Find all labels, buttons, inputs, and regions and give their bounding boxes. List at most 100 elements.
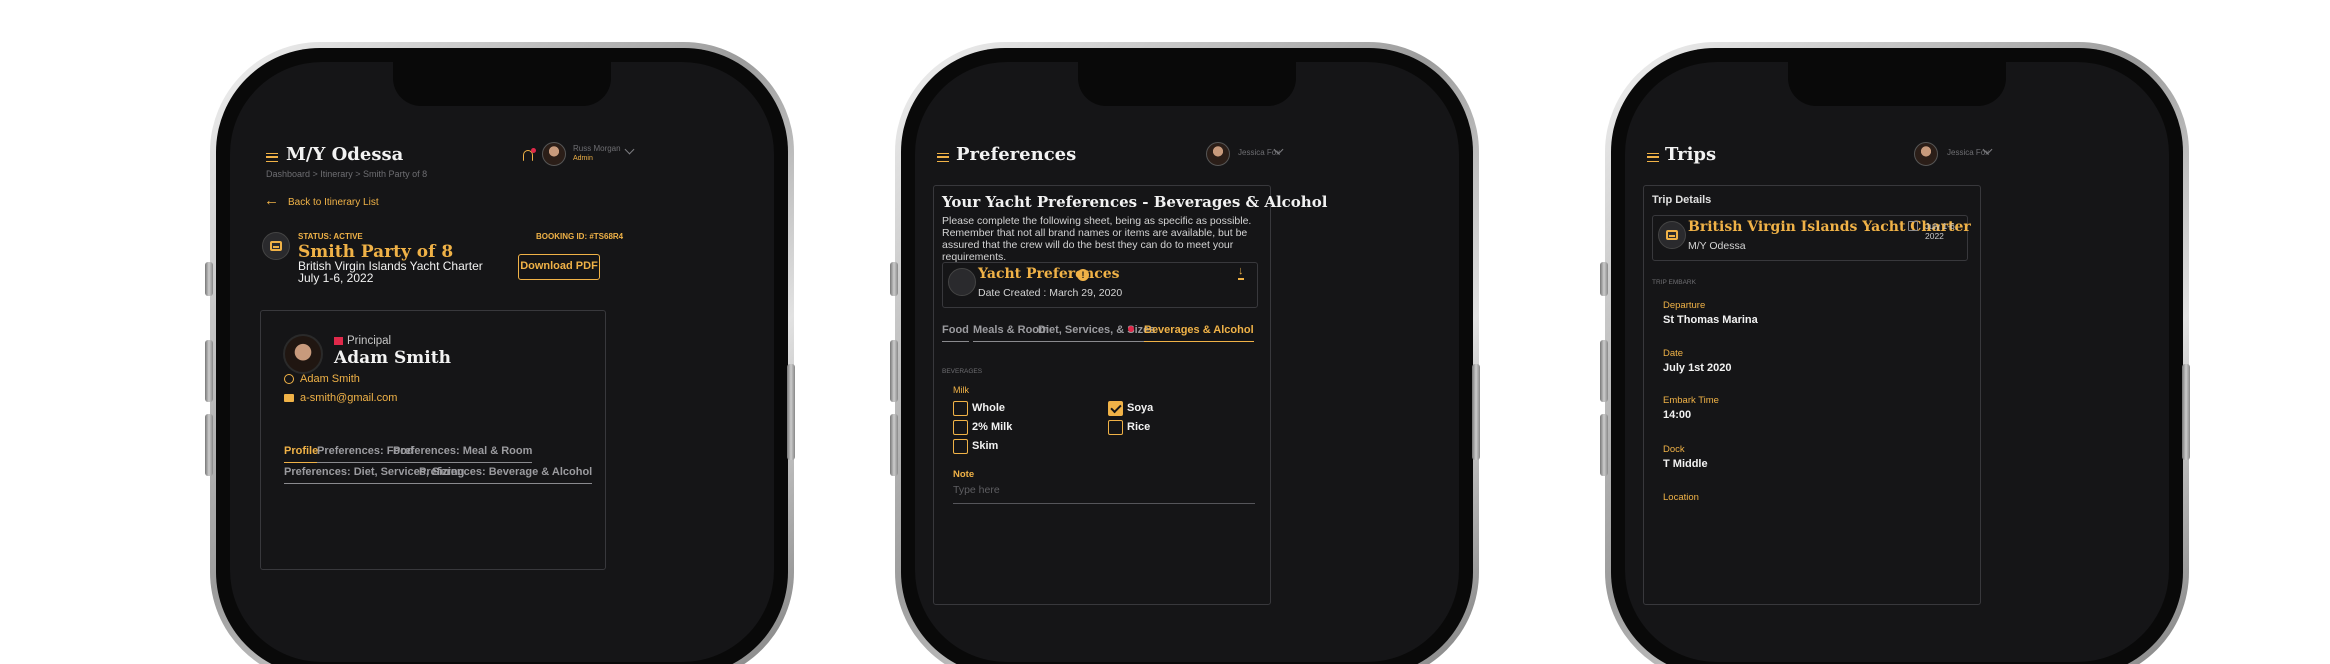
avatar[interactable] — [1914, 142, 1938, 166]
phone-bezel: M/Y Odessa Dashboard > Itinerary > Smith… — [216, 48, 788, 664]
group-label: Milk — [953, 385, 969, 395]
tab-food[interactable]: Food — [942, 324, 969, 342]
departure-value: St Thomas Marina — [1663, 314, 1758, 326]
whatsapp-link[interactable]: Adam Smith — [300, 373, 360, 385]
phone-side-button — [205, 414, 213, 476]
menu-icon[interactable] — [266, 153, 278, 162]
back-link[interactable]: Back to Itinerary List — [288, 197, 379, 208]
phone-side-button — [1472, 364, 1480, 460]
yacht-icon — [262, 232, 290, 260]
tab-profile[interactable]: Profile — [284, 445, 319, 463]
calendar-icon — [1908, 221, 1918, 231]
email-link[interactable]: a-smith@gmail.com — [300, 392, 397, 404]
notch — [1788, 62, 2006, 106]
trip-summary-card: British Virgin Islands Yacht Charter M/Y… — [1652, 215, 1971, 261]
chevron-down-icon[interactable] — [624, 144, 635, 155]
checkbox-skim[interactable] — [953, 439, 968, 454]
yacht-name: M/Y Odessa — [1688, 240, 1746, 252]
phone-side-button — [205, 340, 213, 402]
location-label: Location — [1663, 492, 1699, 503]
alert-dot — [1128, 326, 1134, 332]
avatar[interactable] — [542, 142, 566, 166]
checkbox-label: Soya — [1127, 402, 1154, 414]
flag-icon — [334, 337, 343, 345]
yacht-preferences-title: Yacht Preferences — [978, 266, 1120, 282]
date-label: Date — [1663, 348, 1684, 359]
phone-trips: Trips Jessica Fox Trip Details British V… — [1605, 42, 2189, 664]
preferences-card: Your Yacht Preferences - Beverages & Alc… — [933, 185, 1327, 605]
guest-name: Adam Smith — [334, 348, 451, 368]
section-label: TRIP EMBARK — [1652, 279, 1696, 286]
date-value: July 1st 2020 — [1663, 362, 1732, 374]
role-label: Principal — [347, 335, 392, 347]
avatar[interactable] — [1206, 142, 1230, 166]
phone-side-button — [1600, 340, 1608, 402]
tab-preferences-meal-room[interactable]: Preferences: Meal & Room — [393, 445, 533, 463]
page-title: Preferences — [956, 144, 1077, 165]
tab-preferences-beverage[interactable]: Preferences: Beverage & Alcohol — [419, 466, 593, 484]
trip-dates: July 1-6, 2022 — [1925, 221, 1958, 241]
info-icon[interactable]: ! — [1077, 269, 1089, 281]
departure-label: Departure — [1663, 300, 1706, 311]
phone-side-button — [890, 414, 898, 476]
phone-side-button — [890, 262, 898, 296]
trip-dates: July 1-6, 2022 — [298, 271, 374, 285]
trip-details-card: Trip Details British Virgin Islands Yach… — [1643, 185, 1981, 605]
checkbox-label: 2% Milk — [972, 421, 1013, 433]
screen-trips: Trips Jessica Fox Trip Details British V… — [1625, 62, 2169, 662]
download-pdf-button[interactable]: Download PDF — [518, 254, 600, 280]
yacht-icon — [1658, 221, 1686, 249]
preferences-heading: Your Yacht Preferences - Beverages & Alc… — [942, 193, 1328, 211]
notch — [393, 62, 611, 106]
download-icon[interactable]: ↓ — [1238, 266, 1244, 280]
checkbox-label: Rice — [1127, 421, 1151, 433]
checkbox-label: Skim — [972, 440, 999, 452]
status-badge: STATUS: ACTIVE — [298, 232, 363, 241]
phone-side-button — [890, 340, 898, 402]
embark-time-value: 14:00 — [1663, 409, 1692, 421]
screen-preferences: Preferences Jessica Fox Your Yacht Prefe… — [915, 62, 1459, 662]
user-role: Admin — [573, 155, 593, 162]
dock-value: T Middle — [1663, 458, 1708, 470]
screen-itinerary: M/Y Odessa Dashboard > Itinerary > Smith… — [230, 62, 774, 662]
tab-diet-services-sizes[interactable]: Diet, Services, & Sizes — [1038, 324, 1156, 342]
whatsapp-icon — [284, 374, 294, 384]
phone-side-button — [1600, 262, 1608, 296]
embark-time-label: Embark Time — [1663, 395, 1719, 406]
page-title: Trips — [1665, 144, 1717, 165]
checkbox-soya[interactable] — [1108, 401, 1123, 416]
yacht-preferences-card: Yacht Preferences ! Date Created : March… — [942, 262, 1258, 308]
menu-icon[interactable] — [1647, 153, 1659, 162]
arrow-left-icon[interactable]: ← — [264, 193, 279, 208]
notification-dot — [531, 148, 536, 153]
note-label: Note — [953, 469, 975, 480]
checkbox-label: Whole — [972, 402, 1005, 414]
checkbox-whole[interactable] — [953, 401, 968, 416]
phone-side-button — [787, 364, 795, 460]
email-icon — [284, 394, 294, 402]
checkbox-2-percent-milk[interactable] — [953, 420, 968, 435]
guest-photo — [283, 334, 323, 374]
breadcrumb[interactable]: Dashboard > Itinerary > Smith Party of 8 — [266, 169, 427, 179]
note-input[interactable]: Type here — [953, 484, 1255, 504]
booking-id: BOOKING ID: #TS68R4 — [536, 232, 624, 241]
user-name[interactable]: Russ Morgan — [573, 144, 621, 153]
card-title: Trip Details — [1652, 194, 1712, 206]
section-label: BEVERAGES — [942, 368, 983, 375]
menu-icon[interactable] — [937, 153, 949, 162]
tab-beverages-alcohol[interactable]: Beverages & Alcohol — [1144, 324, 1254, 342]
date-created: Date Created : March 29, 2020 — [978, 287, 1123, 299]
yacht-icon — [948, 268, 976, 296]
phone-preferences: Preferences Jessica Fox Your Yacht Prefe… — [895, 42, 1479, 664]
phone-bezel: Trips Jessica Fox Trip Details British V… — [1611, 48, 2183, 664]
profile-card: Principal Adam Smith Adam Smith a-smith@… — [260, 310, 606, 570]
phone-side-button — [2182, 364, 2190, 460]
phone-side-button — [205, 262, 213, 296]
checkbox-rice[interactable] — [1108, 420, 1123, 435]
phone-bezel: Preferences Jessica Fox Your Yacht Prefe… — [901, 48, 1473, 664]
dock-label: Dock — [1663, 444, 1685, 455]
phone-itinerary: M/Y Odessa Dashboard > Itinerary > Smith… — [210, 42, 794, 664]
intro-text: Please complete the following sheet, bei… — [942, 215, 1252, 263]
notch — [1078, 62, 1296, 106]
phone-side-button — [1600, 414, 1608, 476]
